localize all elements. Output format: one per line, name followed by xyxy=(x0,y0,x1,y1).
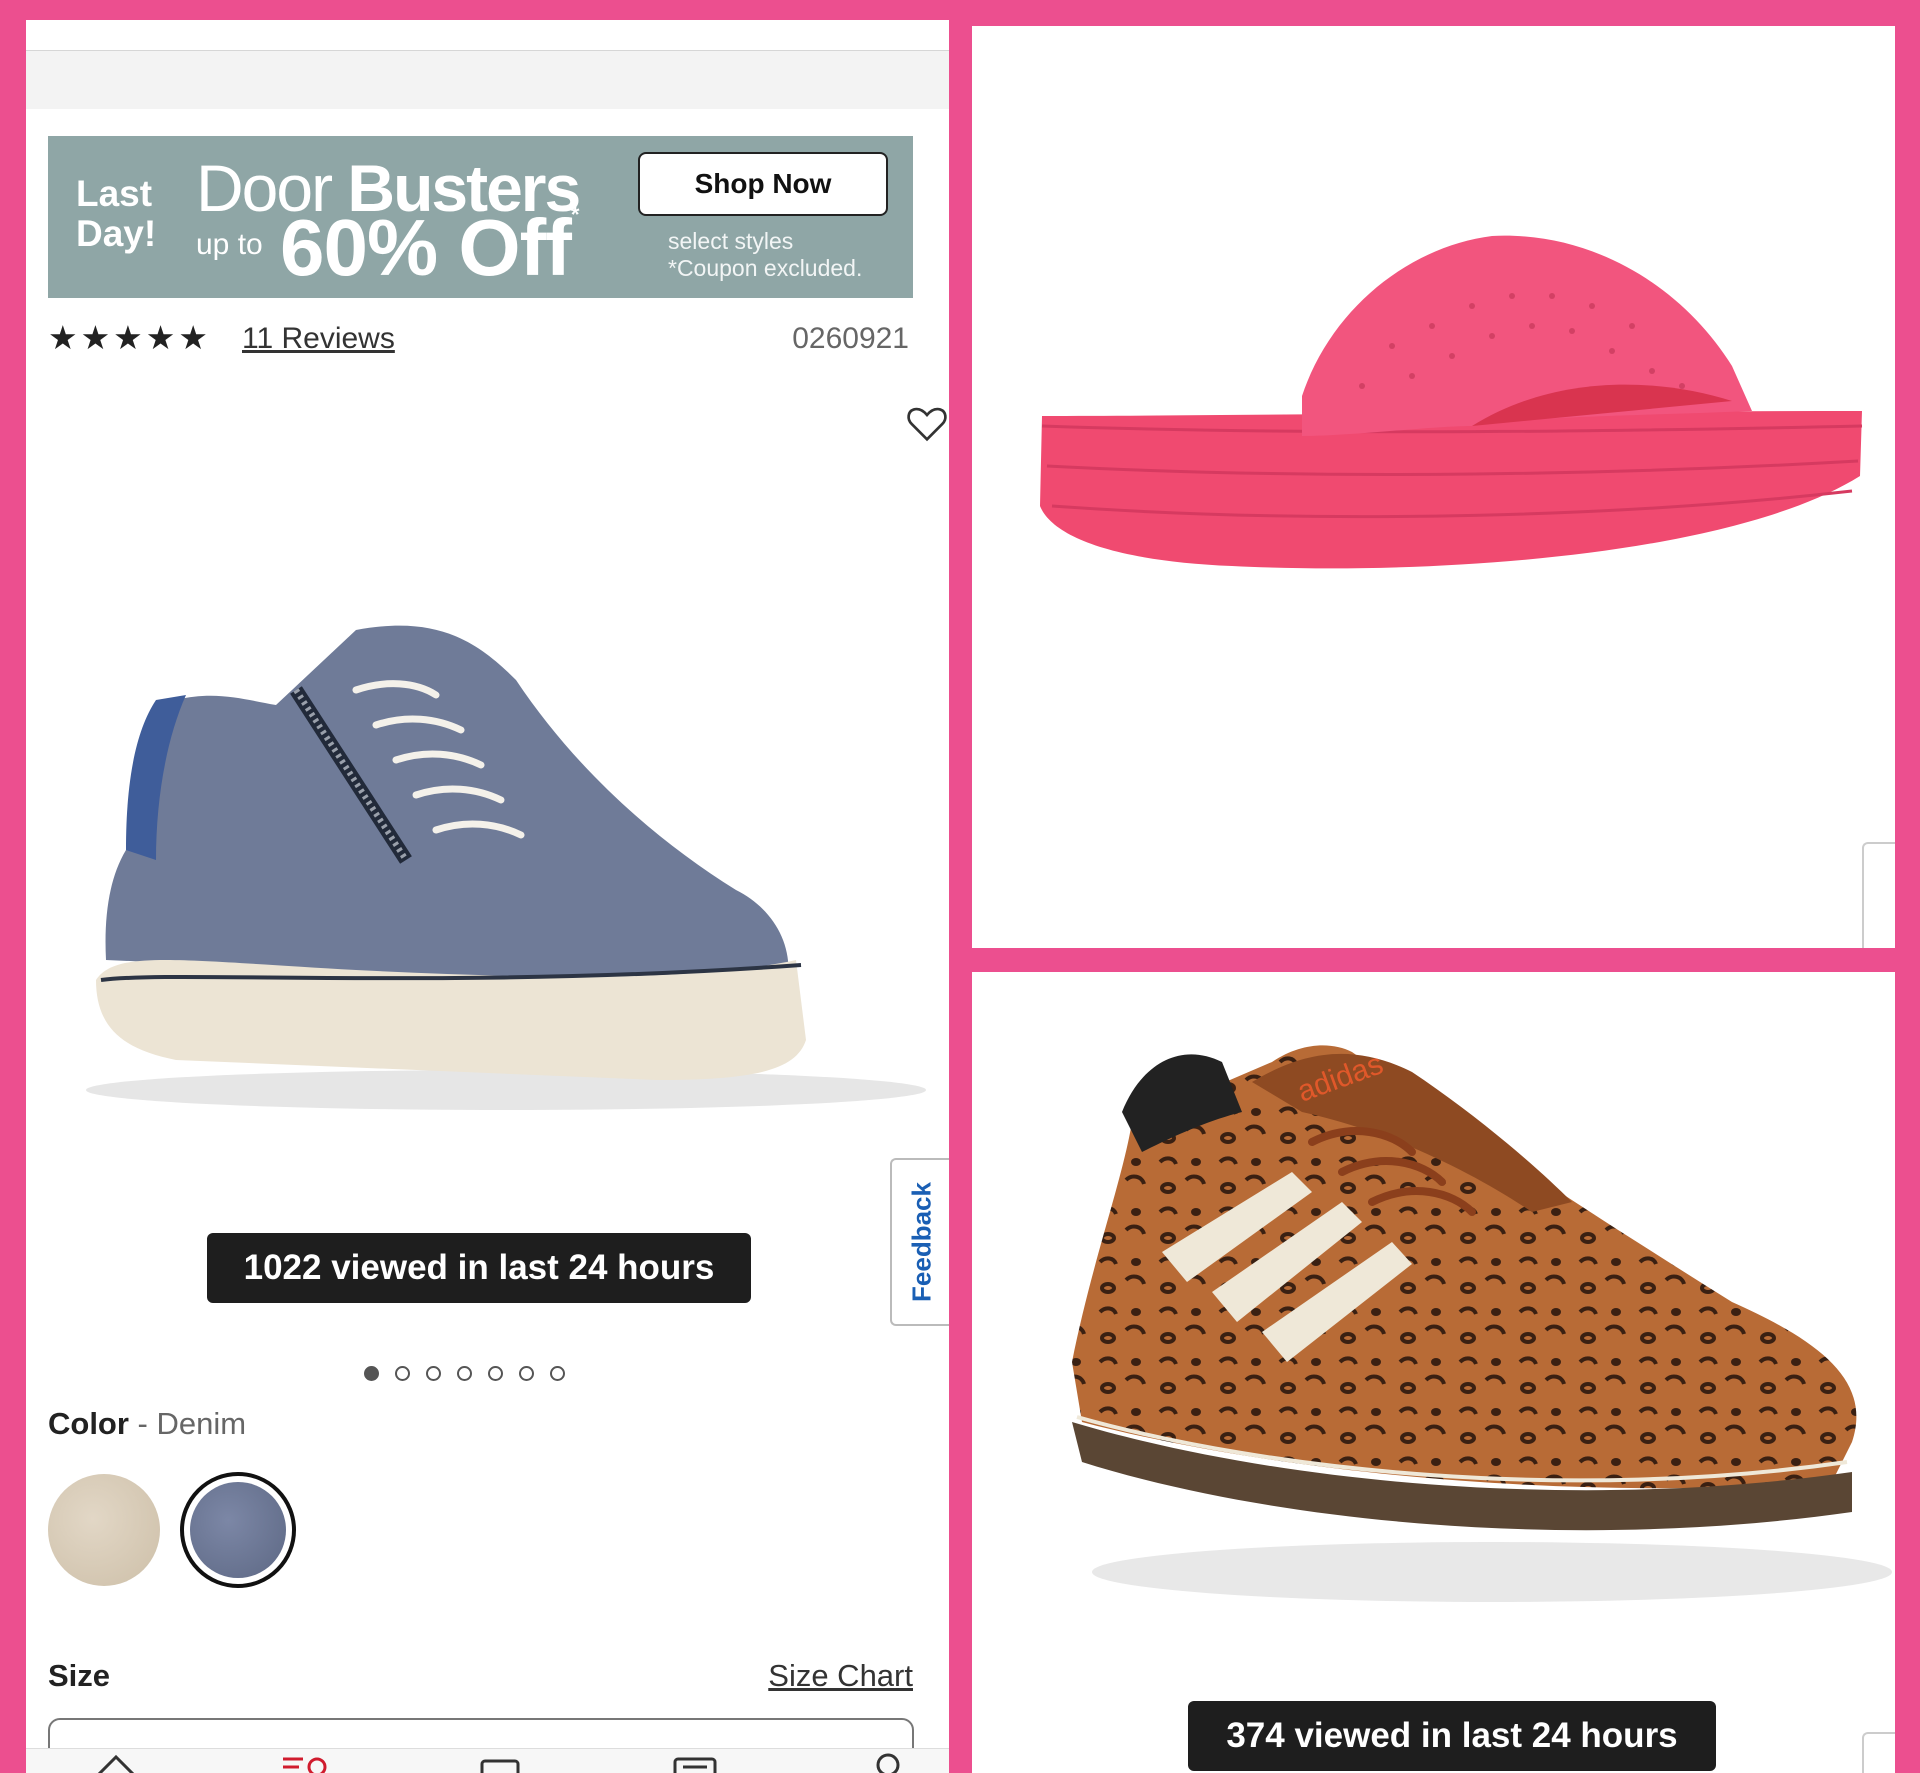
search-icon[interactable] xyxy=(868,1751,908,1773)
carousel-dot[interactable] xyxy=(457,1366,472,1381)
discount-text: 60% Off* xyxy=(280,202,580,294)
promo-note-line1: select styles xyxy=(668,228,794,254)
menu-icon[interactable] xyxy=(281,1755,331,1773)
color-separator: - xyxy=(128,1406,157,1441)
rating-stars: ★★★★★ xyxy=(48,319,211,356)
color-label: Color - Denim xyxy=(48,1406,246,1442)
bottom-nav xyxy=(26,1748,949,1773)
product-image-sandal[interactable] xyxy=(1032,226,1872,646)
promo-note-line2: *Coupon excluded. xyxy=(668,255,863,281)
header-strip xyxy=(26,51,949,109)
heart-icon[interactable] xyxy=(904,400,949,446)
viewed-count-badge: 1022 viewed in last 24 hours xyxy=(207,1233,751,1303)
swatch-denim-fill xyxy=(190,1482,286,1578)
top-bar xyxy=(26,20,949,51)
account-icon[interactable] xyxy=(671,1755,719,1773)
product-sku: 0260921 xyxy=(792,322,909,355)
feedback-tab-edge-bottom[interactable] xyxy=(1862,1732,1895,1773)
color-value: Denim xyxy=(156,1406,247,1441)
carousel-dot[interactable] xyxy=(488,1366,503,1381)
color-swatch-denim[interactable] xyxy=(180,1472,296,1588)
color-swatch-natural[interactable] xyxy=(48,1474,160,1586)
viewed-count-badge-right: 374 viewed in last 24 hours xyxy=(1188,1701,1716,1771)
carousel-dot[interactable] xyxy=(550,1366,565,1381)
related-product-sneaker[interactable]: adidas 374 viewed in last 24 hours xyxy=(972,972,1895,1773)
carousel-dot[interactable] xyxy=(426,1366,441,1381)
shop-now-button[interactable]: Shop Now xyxy=(638,152,888,216)
product-detail-panel: Last Day! Door Busters up to 60% Off* Sh… xyxy=(26,20,949,1773)
product-image-leopard-sneaker[interactable]: adidas xyxy=(972,1002,1895,1642)
home-icon[interactable] xyxy=(94,1753,138,1773)
wallet-icon[interactable] xyxy=(478,1755,522,1773)
size-chart-link[interactable]: Size Chart xyxy=(768,1658,913,1694)
size-label: Size xyxy=(48,1658,111,1693)
reviews-link[interactable]: 11 Reviews xyxy=(242,322,395,356)
feedback-tab-edge[interactable] xyxy=(1862,842,1895,948)
carousel-dot[interactable] xyxy=(364,1366,379,1381)
carousel-dots[interactable] xyxy=(364,1366,565,1381)
carousel-dot[interactable] xyxy=(395,1366,410,1381)
related-product-sandal[interactable] xyxy=(972,26,1895,948)
promo-note: select styles *Coupon excluded. xyxy=(668,228,862,282)
carousel-dot[interactable] xyxy=(519,1366,534,1381)
feedback-tab[interactable]: Feedback xyxy=(890,1158,949,1326)
discount-asterisk: * xyxy=(570,202,580,227)
color-label-text: Color xyxy=(48,1406,129,1441)
up-to-text: up to xyxy=(196,228,263,261)
promo-banner[interactable]: Last Day! Door Busters up to 60% Off* Sh… xyxy=(48,136,913,298)
last-day-text: Last Day! xyxy=(76,173,157,254)
discount-value: 60% Off xyxy=(280,203,572,292)
product-image-sneaker[interactable] xyxy=(56,620,936,1160)
feedback-label: Feedback xyxy=(906,1182,937,1302)
